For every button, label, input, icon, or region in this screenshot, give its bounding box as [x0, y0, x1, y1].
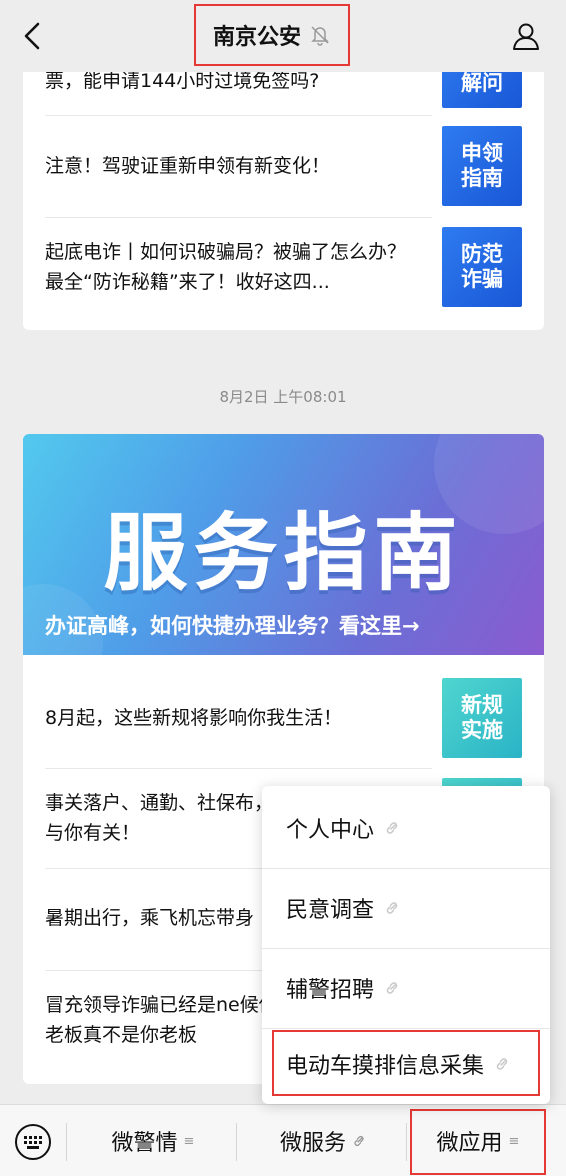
list-item[interactable]: 注意！驾驶证重新申领有新变化！ 申领 指南 [45, 126, 522, 206]
link-icon [386, 902, 398, 914]
account-title-highlight[interactable]: 南京公安 [194, 4, 350, 66]
menu-item-recruitment[interactable]: 辅警招聘 [262, 948, 550, 1028]
article-title: 起底电诈丨如何识破骗局？被骗了怎么办？最全“防诈秘籍”来了！收好这四... [45, 241, 407, 293]
mute-bell-icon [311, 26, 329, 46]
tab-police-alerts[interactable]: 微警情 ≡ [70, 1105, 236, 1176]
divider [66, 1123, 67, 1161]
profile-icon[interactable] [510, 20, 542, 52]
article-thumbnail: 申领 指南 [442, 126, 522, 206]
top-bar: 南京公安 [0, 0, 566, 72]
tab-services[interactable]: 微服务 [240, 1105, 406, 1176]
article-thumbnail: 防范 诈骗 [442, 227, 522, 307]
divider [45, 768, 432, 769]
divider [45, 217, 432, 218]
menu-item-personal-center[interactable]: 个人中心 [262, 788, 550, 868]
link-icon [386, 982, 398, 994]
article-title: 8月起，这些新规将影响你我生活！ [45, 707, 343, 729]
divider [406, 1123, 407, 1161]
divider [45, 115, 432, 116]
article-title: 暑期出行，乘飞机忘带身 [45, 907, 255, 929]
menu-lines-icon: ≡ [183, 1133, 195, 1149]
message-timestamp: 8月2日 上午08:01 [219, 388, 347, 406]
article-banner[interactable]: 服务指南 办证高峰，如何快捷办理业务？看这里→ [23, 434, 544, 655]
article-thumbnail: 新规 实施 [442, 678, 522, 758]
banner-title: 服务指南 [103, 504, 464, 602]
banner-caption: 办证高峰，如何快捷办理业务？看这里→ [45, 614, 420, 638]
article-title: 注意！驾驶证重新申领有新变化！ [45, 155, 331, 177]
keyboard-icon[interactable] [14, 1123, 52, 1161]
tab-highlight [410, 1109, 546, 1175]
list-item[interactable]: 起底电诈丨如何识破骗局？被骗了怎么办？最全“防诈秘籍”来了！收好这四... 防范… [45, 227, 522, 307]
menu-item-survey[interactable]: 民意调查 [262, 868, 550, 948]
article-title: 冒充领导诈骗已经是ne候你老板真不是你老板 [45, 994, 278, 1046]
link-icon [386, 822, 398, 834]
article-title: 事关落户、通勤、社保布，与你有关！ [45, 792, 274, 844]
article-title: 票，能申请144小时过境免签吗? [45, 70, 320, 92]
app-submenu: 个人中心 民意调查 辅警招聘 电动车摸排信息采集 [262, 786, 550, 1104]
divider [236, 1123, 237, 1161]
link-icon [354, 1136, 364, 1146]
bottom-menu-bar: 微警情 ≡ 微服务 微应用 ≡ [0, 1104, 566, 1176]
account-title: 南京公安 [212, 25, 301, 50]
list-item[interactable]: 8月起，这些新规将影响你我生活！ 新规 实施 [45, 678, 522, 758]
menu-item-highlight [272, 1030, 540, 1096]
back-arrow-icon[interactable] [18, 20, 48, 52]
article-card: 票，能申请144小时过境免签吗? 解问 注意！驾驶证重新申领有新变化！ 申领 指… [23, 40, 544, 330]
